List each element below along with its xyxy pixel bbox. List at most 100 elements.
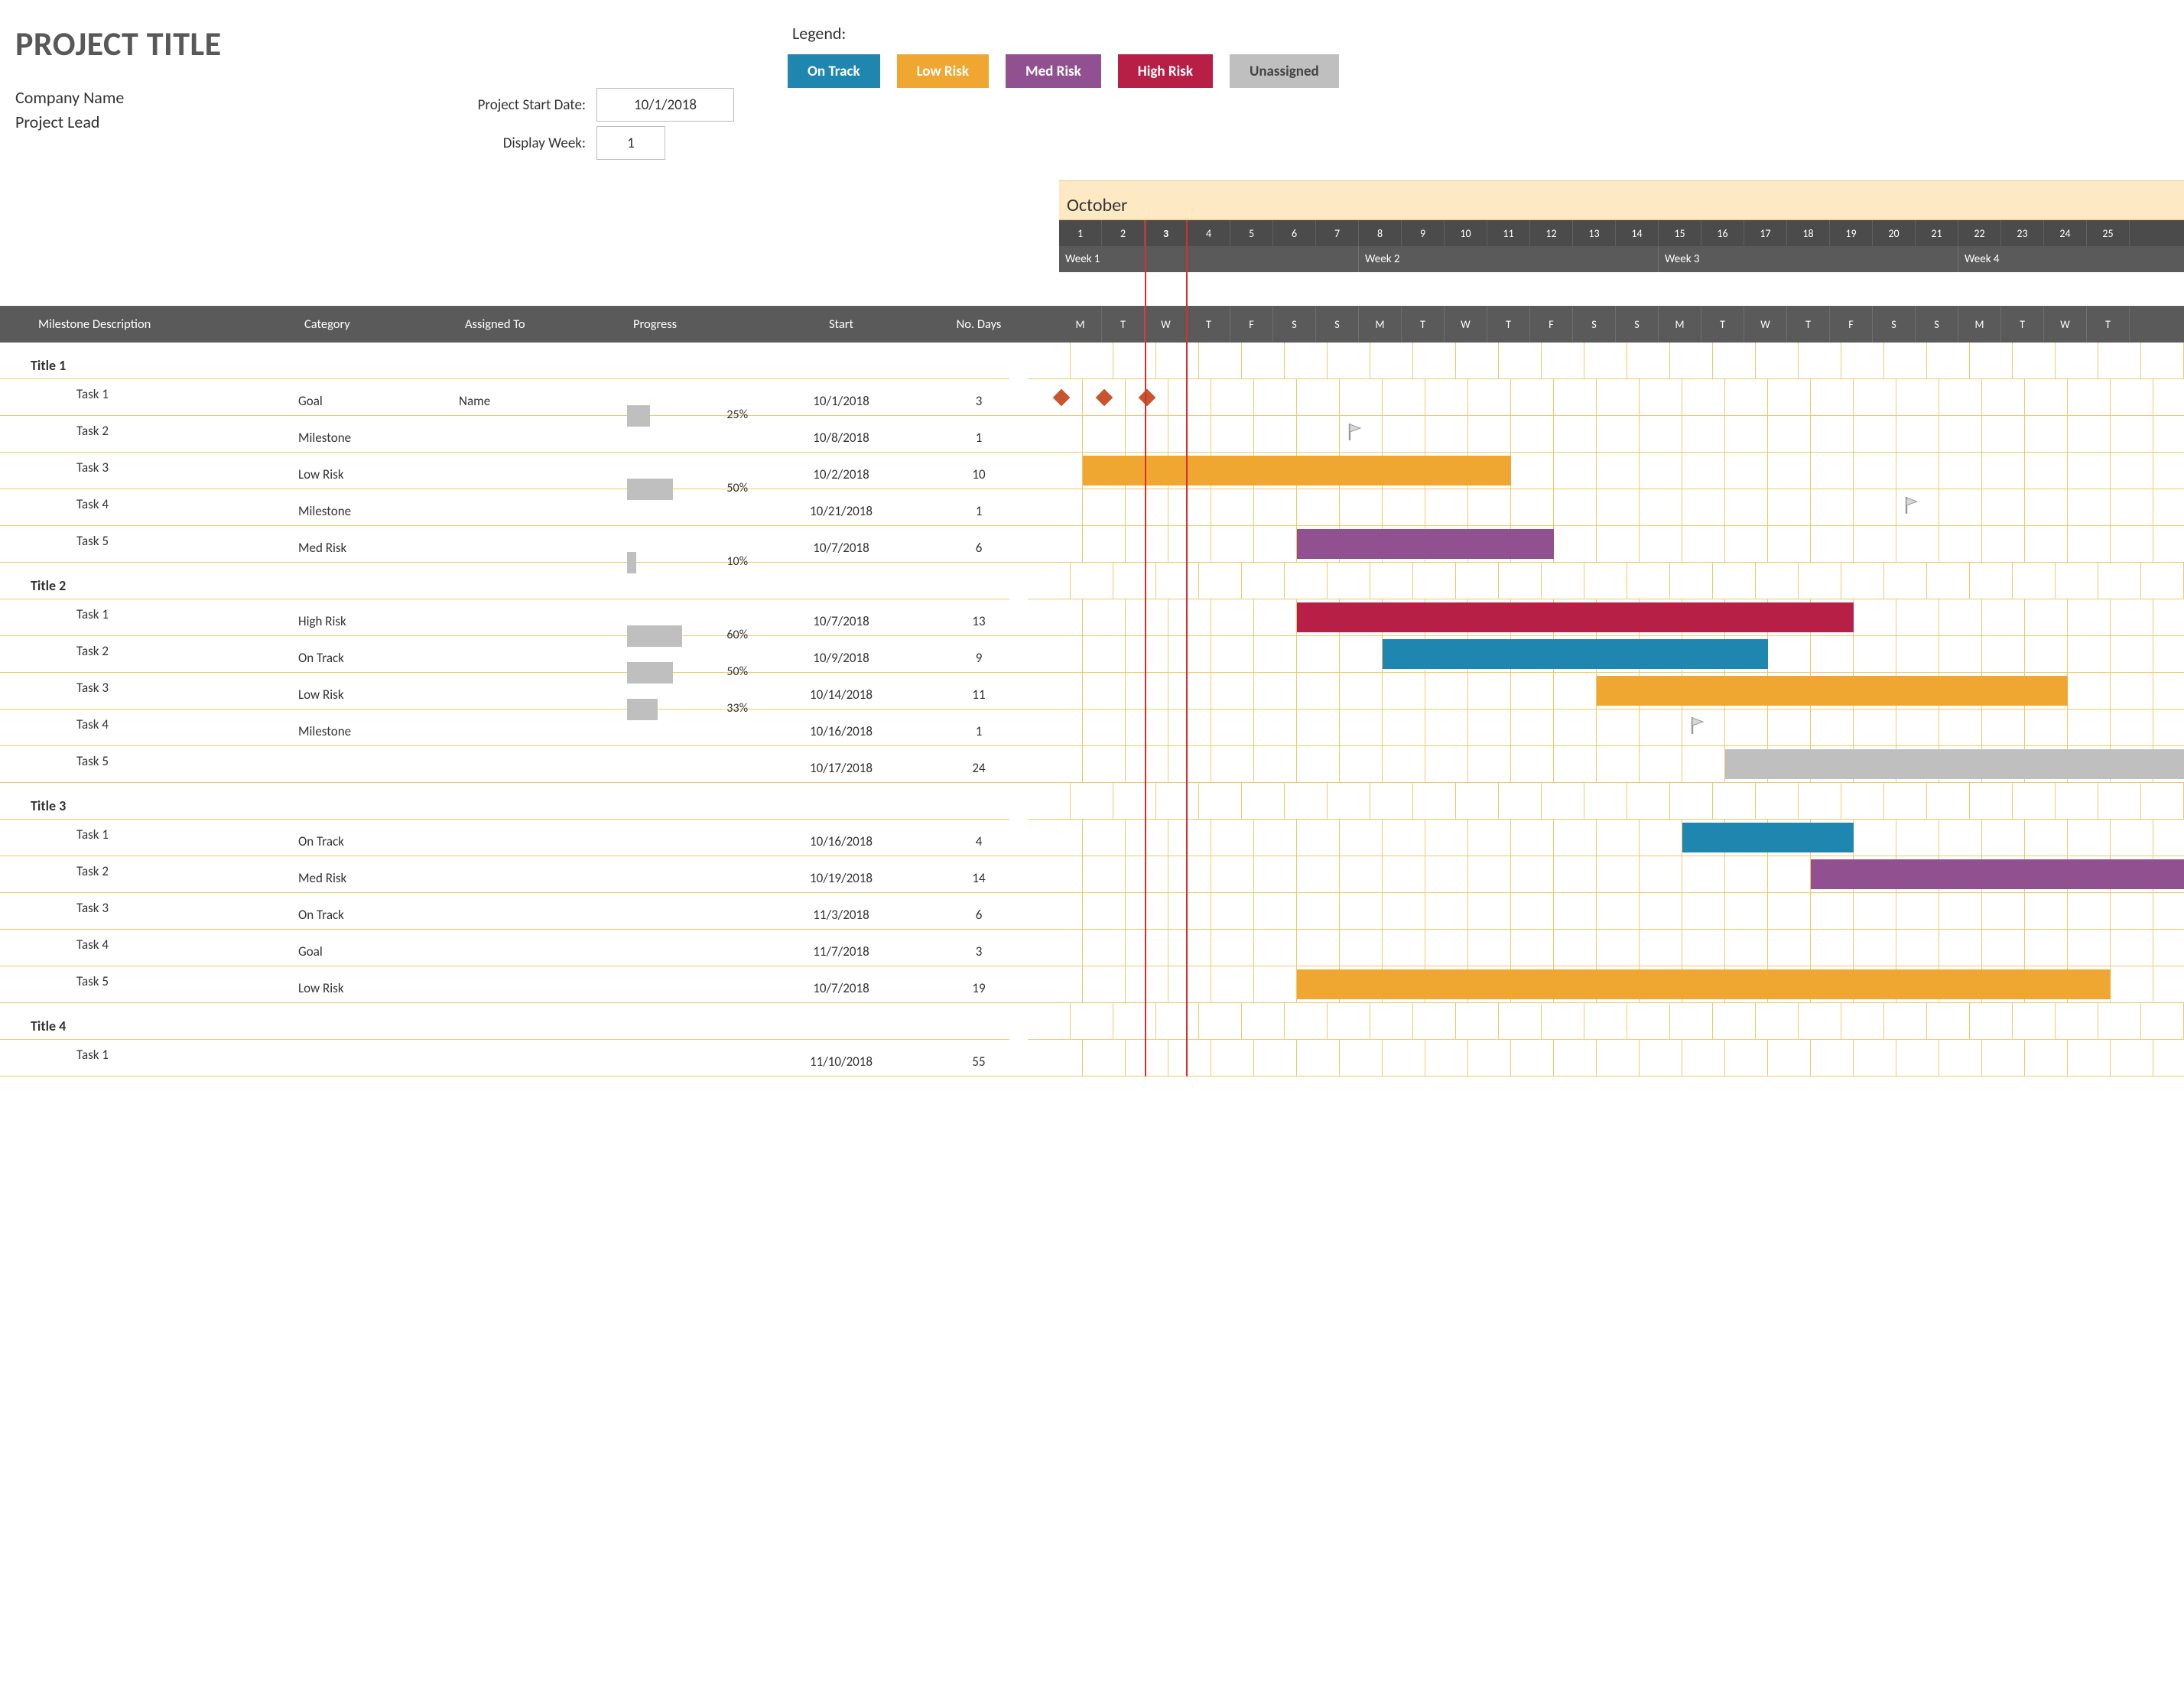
- timeline-cell: [1854, 820, 1896, 856]
- timeline-cell: [1168, 526, 1211, 562]
- task-assigned: [459, 651, 627, 658]
- timeline-cell: [2111, 1040, 2153, 1076]
- timeline-cell: [1511, 416, 1554, 452]
- timeline-cell: [2098, 783, 2141, 819]
- task-start: 11/7/2018: [765, 936, 918, 960]
- timeline-cell: [1340, 856, 1383, 892]
- task-row: Task 2Med Risk10/19/201814: [0, 856, 2184, 893]
- task-assigned: [459, 614, 627, 622]
- start-date-input[interactable]: 10/1/2018: [596, 88, 734, 122]
- timeline-cell: [2153, 820, 2184, 856]
- timeline-cell: [1511, 893, 1554, 929]
- timeline-cell: [2111, 930, 2153, 966]
- task-row: Task 4Goal11/7/20183: [0, 930, 2184, 966]
- dow-cell: S: [1316, 306, 1359, 343]
- task-days: 1: [918, 495, 1040, 519]
- timeline-cell: [1640, 489, 1682, 525]
- timeline-cell: [2056, 343, 2098, 378]
- timeline-cell: [2068, 1040, 2111, 1076]
- timeline-cell: [1468, 489, 1511, 525]
- timeline-cell: [1511, 856, 1554, 892]
- timeline-cell: [1640, 856, 1682, 892]
- task-timeline: [1040, 1040, 2184, 1076]
- timeline-cell: [1768, 1040, 1811, 1076]
- timeline-cell: [1584, 343, 1627, 378]
- timeline-cell: [1168, 893, 1211, 929]
- timeline-cell: [1071, 1003, 1113, 1039]
- timeline-cell: [2111, 709, 2153, 745]
- timeline-cell: [1768, 453, 1811, 489]
- dow-cell: T: [1188, 306, 1230, 343]
- company-name: Company Name: [15, 86, 413, 110]
- timeline-cell: [2153, 599, 2184, 635]
- timeline-cell: [2153, 379, 2184, 415]
- timeline-cell: [1811, 709, 1854, 745]
- timeline-cell: [1456, 1003, 1499, 1039]
- timeline-cell: [1896, 1040, 1939, 1076]
- project-lead: Project Lead: [15, 110, 413, 135]
- timeline-cell: [1670, 343, 1713, 378]
- dow-cell: S: [1573, 306, 1616, 343]
- timeline-cell: [1168, 599, 1211, 635]
- task-start: 10/19/2018: [765, 862, 918, 886]
- timeline-cell: [1896, 599, 1939, 635]
- timeline-cell: [1254, 673, 1297, 709]
- timeline-cell: [1511, 673, 1554, 709]
- week-cell: Week 3: [1659, 246, 1958, 272]
- timeline-cell: [1126, 416, 1168, 452]
- timeline-cell: [1939, 453, 1982, 489]
- task-timeline: [1040, 599, 2184, 636]
- timeline-cell: [1040, 526, 1083, 562]
- timeline-cell: [1083, 856, 1126, 892]
- timeline-cell: [1640, 709, 1682, 745]
- timeline-cell: [1340, 930, 1383, 966]
- timeline-cell: [1896, 820, 1939, 856]
- timeline-cell: [1811, 489, 1854, 525]
- timeline-cell: [2068, 599, 2111, 635]
- timeline-cell: [2153, 966, 2184, 1002]
- task-start: 10/7/2018: [765, 606, 918, 629]
- timeline-cell: [1854, 416, 1896, 452]
- timeline-cell: [2025, 599, 2068, 635]
- timeline-cell: [1939, 379, 1982, 415]
- task-assigned: [459, 724, 627, 732]
- timeline-cell: [1597, 416, 1640, 452]
- timeline-cell: [1425, 673, 1468, 709]
- task-assigned: [459, 504, 627, 511]
- timeline-cell: [1040, 1040, 1083, 1076]
- section-title: Title 2: [0, 577, 66, 599]
- timeline-cell: [1799, 783, 1841, 819]
- timeline-cell: [1927, 783, 1970, 819]
- timeline-cell: [1340, 820, 1383, 856]
- timeline-cell: [1713, 783, 1756, 819]
- timeline-cell: [1456, 563, 1499, 599]
- timeline-cell: [2153, 673, 2184, 709]
- timeline-cell: [1811, 526, 1854, 562]
- task-timeline: [1040, 930, 2184, 966]
- timeline-cell: [1597, 1040, 1640, 1076]
- timeline-cell: [1939, 489, 1982, 525]
- timeline-cell: [1071, 343, 1113, 378]
- task-timeline: [1040, 673, 2184, 709]
- timeline-cell: [1939, 1040, 1982, 1076]
- timeline-cell: [1970, 563, 2013, 599]
- timeline-cell: [1126, 966, 1168, 1002]
- display-week-input[interactable]: 1: [596, 126, 665, 160]
- header-area: PROJECT TITLE Company Name Project Lead …: [0, 0, 2184, 162]
- timeline-cell: [1499, 1003, 1542, 1039]
- timeline-cell: [2141, 783, 2184, 819]
- task-timeline: [1040, 856, 2184, 893]
- today-line-left: [1145, 220, 1146, 1076]
- timeline-cell: [1799, 343, 1841, 378]
- task-assigned: [459, 944, 627, 952]
- task-row: Task 3Low Risk33%10/14/201811: [0, 673, 2184, 709]
- dow-cell: F: [1530, 306, 1573, 343]
- task-row: Task 510/17/201824: [0, 746, 2184, 783]
- timeline-cell: [1970, 783, 2013, 819]
- timeline-cell: [1756, 563, 1799, 599]
- timeline-cell: [1554, 893, 1597, 929]
- task-timeline: [1040, 489, 2184, 526]
- timeline-cell: [1468, 820, 1511, 856]
- timeline-cell: [1113, 783, 1156, 819]
- date-cell: 1: [1059, 220, 1102, 246]
